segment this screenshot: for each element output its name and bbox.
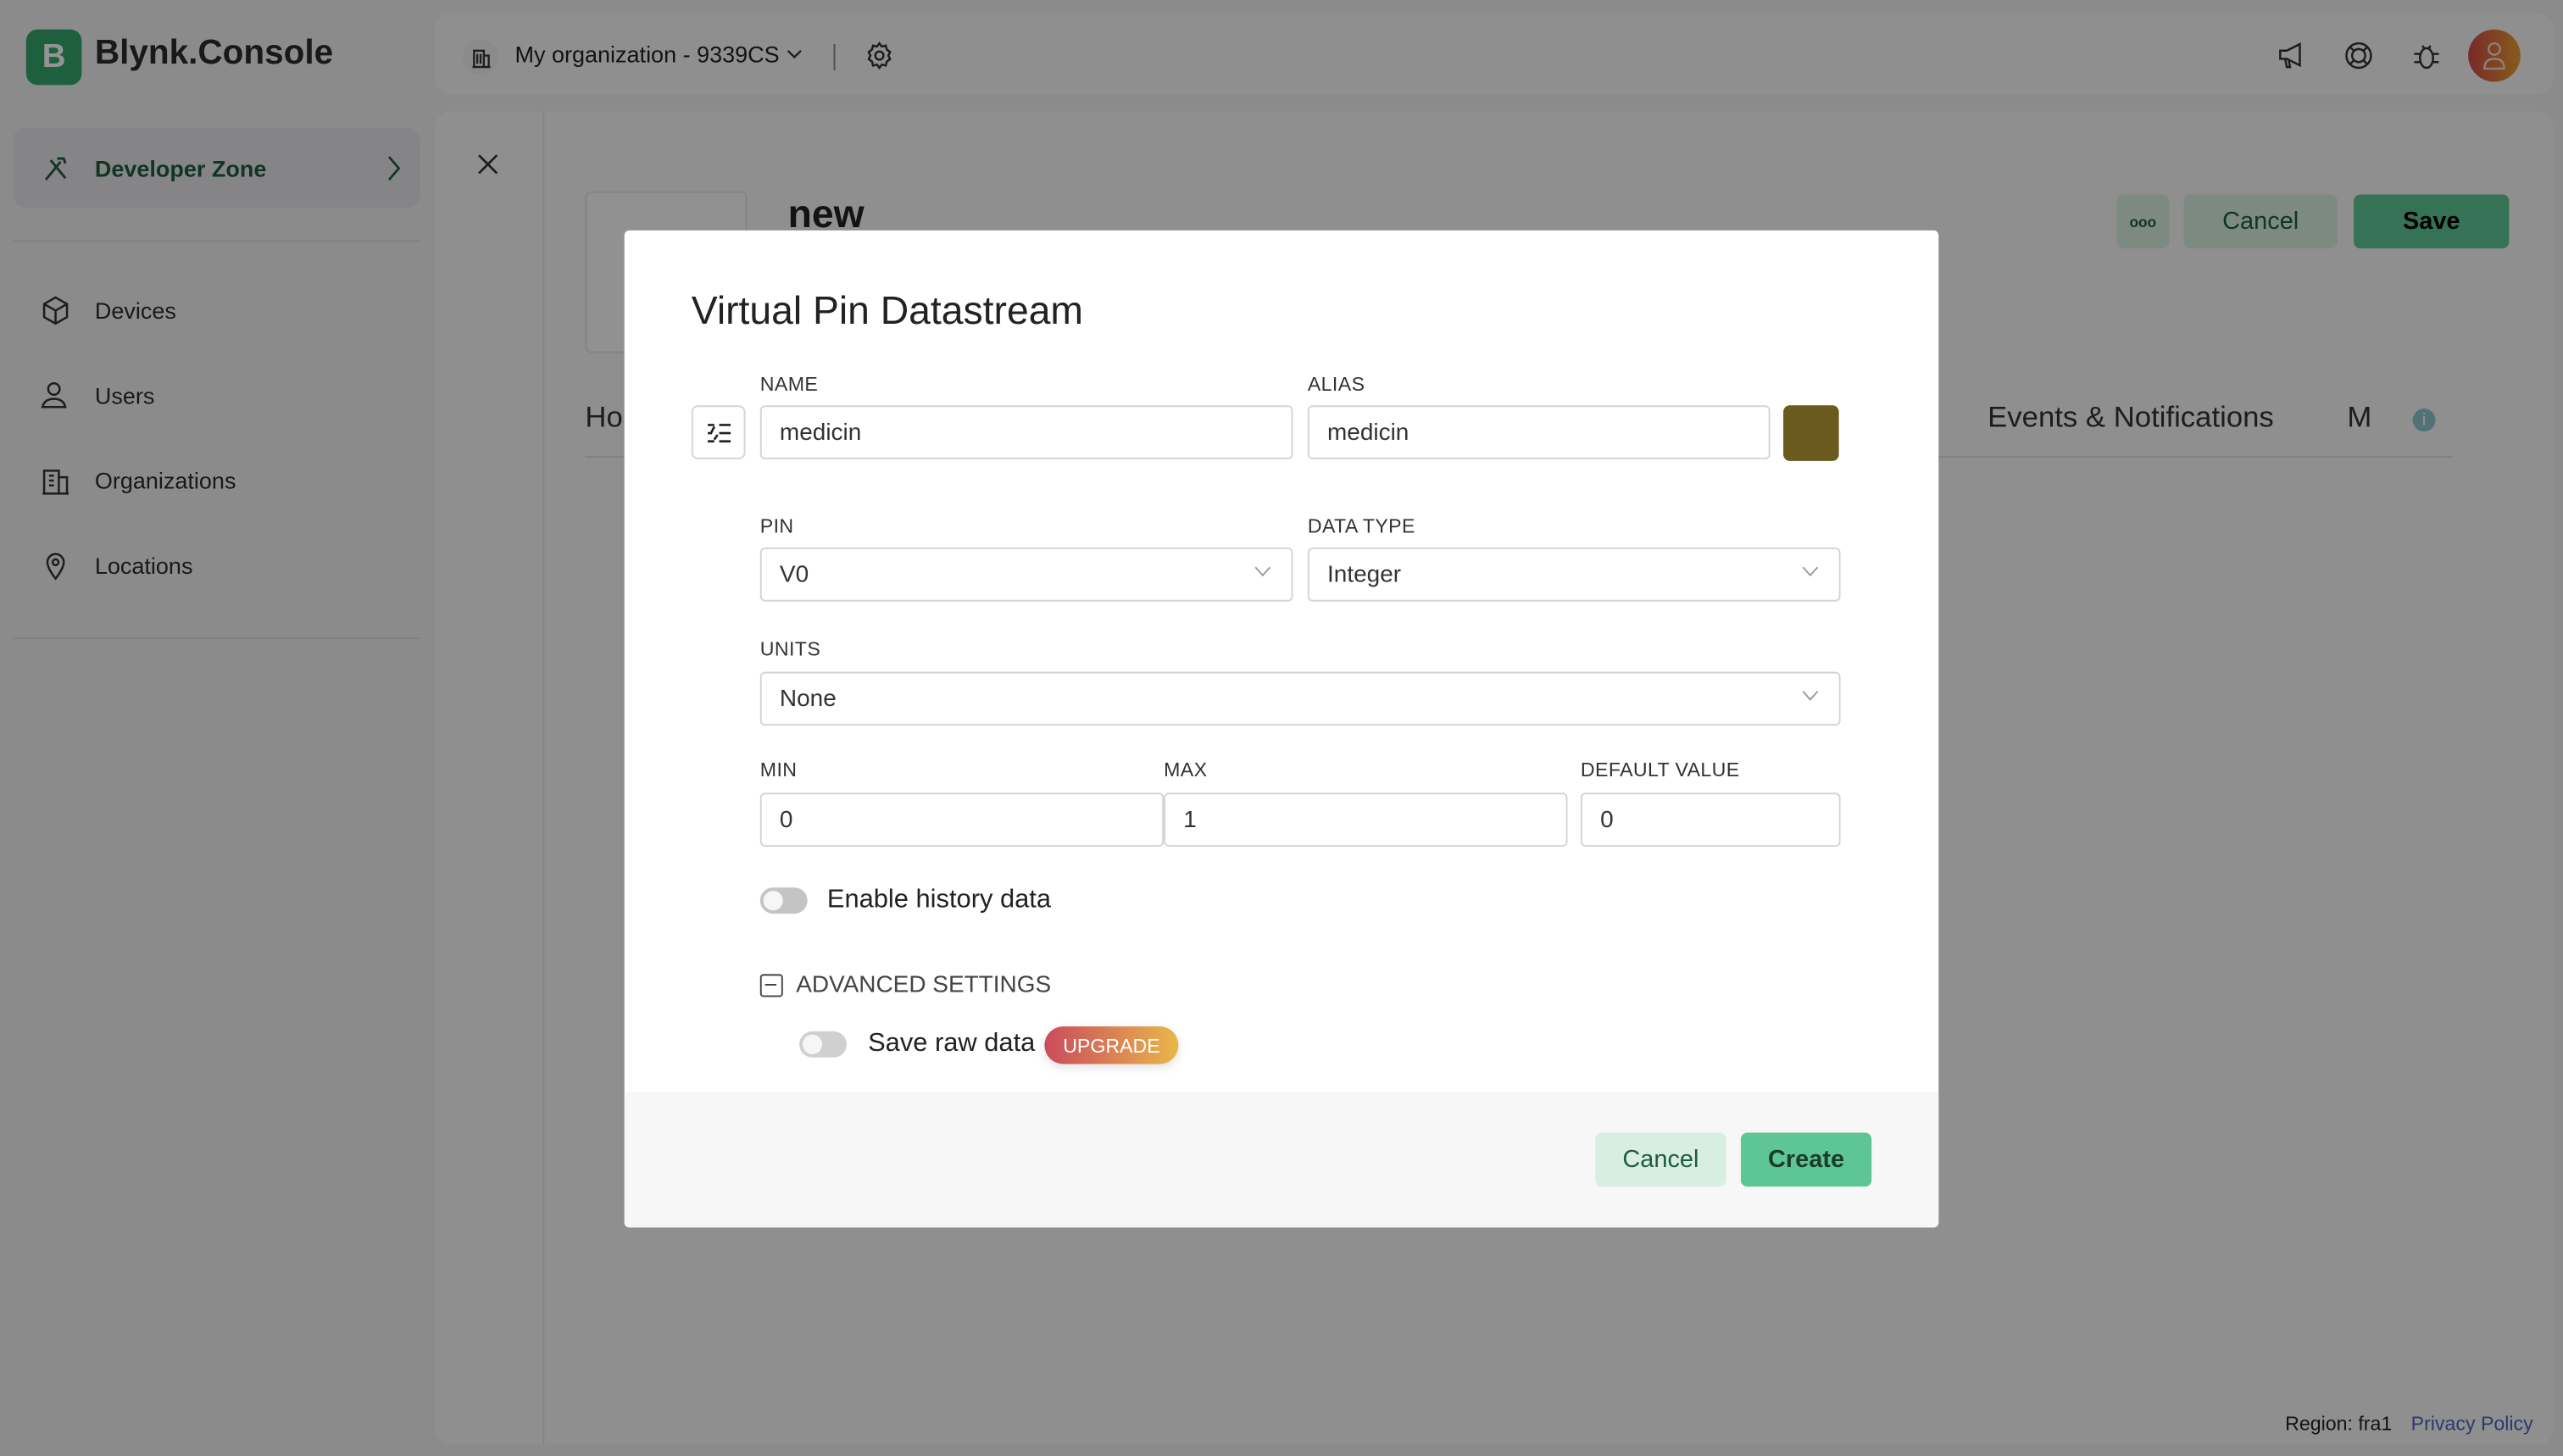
data-type-select[interactable]: Integer: [1307, 547, 1841, 602]
units-label: UNITS: [759, 637, 821, 661]
max-label: MAX: [1164, 758, 1208, 781]
chevron-down-icon: [1254, 566, 1271, 577]
data-type-label: DATA TYPE: [1307, 514, 1415, 538]
alias-input[interactable]: [1307, 405, 1771, 459]
min-input[interactable]: [759, 792, 1165, 847]
default-value-label: DEFAULT VALUE: [1580, 758, 1740, 781]
create-button[interactable]: Create: [1740, 1132, 1872, 1187]
modal-title: Virtual Pin Datastream: [691, 289, 1084, 334]
pin-label: PIN: [759, 514, 794, 538]
pin-select[interactable]: V0: [759, 547, 1293, 602]
upgrade-badge[interactable]: UPGRADE: [1044, 1026, 1179, 1064]
min-label: MIN: [759, 758, 798, 781]
max-input[interactable]: [1164, 792, 1568, 847]
advanced-collapse-icon[interactable]: [759, 974, 783, 998]
default-value-input[interactable]: [1580, 792, 1841, 847]
datastream-modal: Virtual Pin Datastream NAME ALIAS PIN V0…: [624, 230, 1939, 1228]
history-toggle[interactable]: [759, 887, 808, 914]
alias-label: ALIAS: [1307, 372, 1365, 396]
pin-value: V0: [779, 561, 809, 588]
icon-picker-button[interactable]: [691, 405, 746, 459]
raw-data-label: Save raw data: [868, 1029, 1036, 1058]
history-label: Enable history data: [826, 886, 1052, 914]
advanced-settings-toggle[interactable]: ADVANCED SETTINGS: [796, 972, 1051, 998]
data-type-value: Integer: [1326, 561, 1402, 588]
color-swatch[interactable]: [1783, 405, 1839, 461]
chevron-down-icon: [1802, 566, 1819, 577]
app-root: B Blynk.Console Developer Zone Devices U…: [0, 0, 2563, 1456]
name-input[interactable]: [759, 405, 1293, 459]
chevron-down-icon: [1802, 691, 1819, 701]
units-value: None: [779, 686, 837, 712]
sliders-icon: [707, 423, 731, 442]
raw-data-toggle[interactable]: [799, 1031, 847, 1058]
name-label: NAME: [759, 372, 819, 396]
modal-cancel-button[interactable]: Cancel: [1595, 1132, 1726, 1187]
units-select[interactable]: None: [759, 671, 1841, 726]
